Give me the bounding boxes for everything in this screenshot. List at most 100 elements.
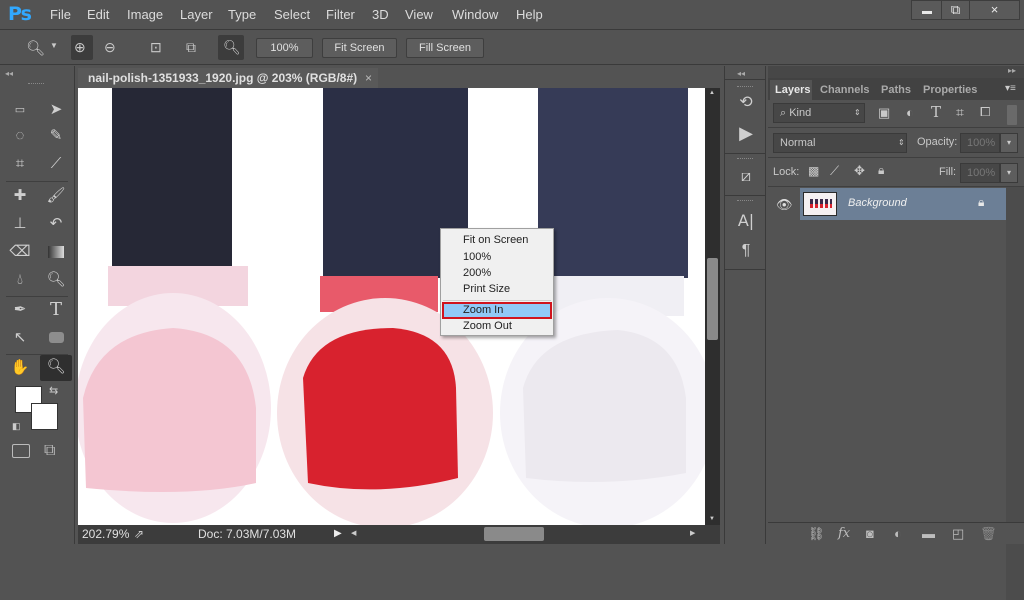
screen-mode-icon[interactable]: ⧉ [44,442,55,460]
restore-button[interactable]: ⧉ [941,0,970,20]
menu-filter[interactable]: Filter [326,7,355,22]
add-mask-icon[interactable]: ◙ [866,526,874,541]
filter-kind-select[interactable]: ⌕ Kind ⇕ [773,103,865,123]
menu-type[interactable]: Type [228,7,256,22]
tab-paths[interactable]: Paths [881,80,911,100]
hundred-percent-button[interactable]: 100% [256,38,313,58]
lock-all-icon[interactable]: 🔒︎ [878,163,884,178]
actions-panel-icon[interactable]: ▶ [733,122,759,144]
opacity-input[interactable]: 100% [960,133,1000,153]
dock-grip[interactable] [737,86,753,88]
default-colors-icon[interactable]: ◧ [12,421,21,432]
dock-grip[interactable] [737,200,753,202]
zoom-out-icon[interactable]: ⊖ [104,39,116,56]
filter-shape-icon[interactable]: ⌗ [956,104,964,121]
clone-stamp-tool-icon[interactable]: ⊥ [6,212,34,236]
menu-item-print-size[interactable]: Print Size [442,281,552,298]
lasso-tool-icon[interactable]: ◌ [6,124,34,148]
scrubby-zoom-button[interactable]: 🔍︎ [218,35,244,60]
tab-properties[interactable]: Properties [923,80,977,100]
rectangle-tool-icon[interactable] [42,326,70,350]
menu-select[interactable]: Select [274,7,310,22]
close-document-icon[interactable]: × [365,68,372,88]
status-menu-arrow-icon[interactable]: ▶ [334,528,342,539]
tab-channels[interactable]: Channels [820,80,870,100]
fit-screen-button[interactable]: Fit Screen [322,38,397,58]
filter-adjustment-icon[interactable]: ◐ [906,105,914,120]
menu-file[interactable]: File [50,7,71,22]
new-layer-icon[interactable]: ◰ [952,526,964,542]
new-group-folder-icon[interactable]: ▬ [922,526,935,541]
link-layers-icon[interactable]: ⛓︎ [808,526,825,542]
blend-mode-select[interactable]: Normal ⇕ [773,133,907,153]
tab-layers[interactable]: Layers [770,80,812,100]
fill-dropdown[interactable]: ▾ [1000,163,1018,183]
collapse-dock-icon[interactable]: ◂◂ [737,69,745,78]
dodge-tool-icon[interactable]: 🔍︎ [42,268,70,292]
toolbox-grip[interactable] [28,83,44,85]
menu-help[interactable]: Help [516,7,543,22]
zoom-tool-preset-icon[interactable]: 🔍︎ [26,39,45,57]
eyedropper-tool-icon[interactable]: ⟋ [42,152,70,176]
paragraph-panel-icon[interactable]: ¶ [733,240,759,262]
gradient-tool-icon[interactable] [42,240,70,264]
lock-transparent-icon[interactable]: ▩ [808,164,819,178]
crop-tool-icon[interactable]: ⌗ [6,152,34,176]
document-tab[interactable]: nail-polish-1351933_1920.jpg @ 203% (RGB… [78,68,378,88]
menu-window[interactable]: Window [452,7,498,22]
panel-menu-icon[interactable]: ▾≡ [1005,83,1016,94]
menu-3d[interactable]: 3D [372,7,389,22]
scroll-up-icon[interactable]: ▲ [709,90,715,96]
background-color-swatch[interactable] [31,403,58,430]
document-canvas[interactable] [78,88,705,525]
scroll-right-icon[interactable]: ▶ [690,529,695,537]
delete-layer-trash-icon[interactable]: 🗑︎ [980,526,997,542]
brush-tool-icon[interactable]: 🖌︎ [42,184,70,208]
menu-item-fit-on-screen[interactable]: Fit on Screen [442,232,552,249]
filter-toggle[interactable] [1007,105,1017,125]
eraser-tool-icon[interactable]: ⌫ [6,240,34,264]
healing-brush-tool-icon[interactable]: ✚ [6,184,34,208]
character-panel-icon[interactable]: A| [733,210,759,232]
swap-colors-icon[interactable]: ⇆ [49,384,58,397]
scroll-left-icon[interactable]: ◀ [351,529,356,537]
menu-item-zoom-in[interactable]: Zoom In [442,302,552,319]
hand-tool-icon[interactable]: ✋ [6,356,34,380]
filter-pixel-icon[interactable]: ▣ [878,105,890,121]
path-selection-tool-icon[interactable]: ↖ [6,326,34,350]
close-button[interactable]: × [969,0,1020,20]
pen-tool-icon[interactable]: ✒ [6,298,34,322]
zoom-in-button[interactable]: ⊕ [71,35,93,60]
layer-name[interactable]: Background [848,197,907,209]
blur-tool-icon[interactable]: 💧︎ [6,268,34,292]
layer-comps-panel-icon[interactable]: ⧄ [733,166,759,188]
type-tool-icon[interactable]: T [42,298,70,322]
chevron-down-icon[interactable]: ▼ [50,41,58,50]
dock-grip[interactable] [737,158,753,160]
visibility-eye-icon[interactable]: 👁︎ [776,197,793,213]
fill-screen-button[interactable]: Fill Screen [406,38,484,58]
resize-windows-icon[interactable]: ⊡ [150,39,162,56]
zoom-level-readout[interactable]: 202.79% [82,527,129,541]
history-brush-tool-icon[interactable]: ↶ [42,212,70,236]
lock-position-icon[interactable]: ✥ [854,163,865,179]
zoom-tool-icon[interactable]: 🔍︎ [40,355,72,381]
layer-row-background[interactable]: Background 🔒︎ [800,188,1006,220]
collapse-toolbox-icon[interactable]: ◂◂ [5,69,13,78]
horizontal-scroll-thumb[interactable] [484,527,544,541]
history-panel-icon[interactable]: ⟲ [733,92,759,114]
quick-mask-icon[interactable] [12,444,30,458]
menu-item-zoom-out[interactable]: Zoom Out [442,318,552,335]
vertical-scrollbar[interactable]: ▲ ▼ [705,88,720,525]
filter-type-icon[interactable]: T [931,103,941,121]
menu-layer[interactable]: Layer [180,7,213,22]
fill-input[interactable]: 100% [960,163,1000,183]
quick-selection-tool-icon[interactable]: ✎ [42,124,70,148]
opacity-dropdown[interactable]: ▾ [1000,133,1018,153]
menu-item-100-percent[interactable]: 100% [442,249,552,266]
scroll-down-icon[interactable]: ▼ [709,516,715,522]
menu-view[interactable]: View [405,7,433,22]
zoom-all-windows-icon[interactable]: ⧉ [186,39,196,56]
lock-image-icon[interactable]: ⟋ [830,163,839,179]
adjustment-layer-icon[interactable]: ◐ [894,526,902,541]
